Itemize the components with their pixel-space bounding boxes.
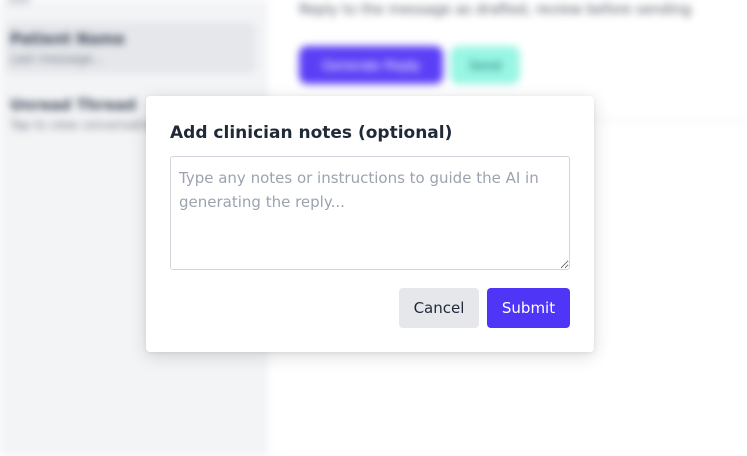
submit-button[interactable]: Submit (487, 288, 570, 328)
thread-name: Patient Name (10, 30, 125, 48)
clinician-notes-textarea[interactable] (170, 156, 570, 270)
message-text: Reply to the message as drafted, review … (299, 2, 692, 18)
generate-reply-button[interactable]: Generate Reply (299, 46, 443, 84)
thread-preview: Tap to view conversation (10, 118, 159, 132)
clinician-notes-dialog: Add clinician notes (optional) Cancel Su… (146, 96, 594, 352)
send-button[interactable]: Send (450, 46, 520, 84)
thread-preview: Last message... (10, 52, 105, 66)
sidebar-header-icon (8, 0, 30, 4)
thread-name: Unread Thread (10, 96, 136, 114)
cancel-button[interactable]: Cancel (399, 288, 479, 328)
thread-list-item[interactable]: Patient Name Last message... (6, 22, 256, 74)
dialog-title: Add clinician notes (optional) (170, 123, 453, 143)
